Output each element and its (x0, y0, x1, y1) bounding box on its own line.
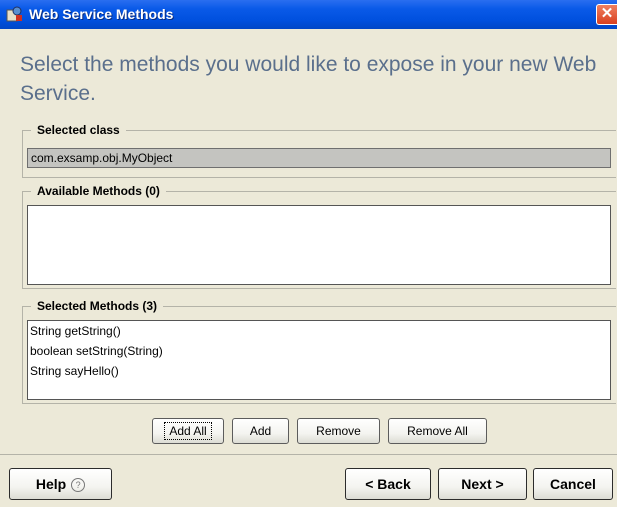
footer-separator (0, 454, 617, 455)
back-label: < Back (365, 476, 411, 492)
list-item[interactable]: boolean setString(String) (28, 343, 610, 359)
close-icon: ✕ (600, 5, 614, 22)
remove-button[interactable]: Remove (297, 418, 380, 444)
question-icon: ? (71, 478, 86, 492)
add-label: Add (249, 424, 272, 438)
available-methods-list[interactable] (27, 205, 611, 285)
cancel-button[interactable]: Cancel (533, 468, 613, 500)
help-label: Help (35, 476, 67, 492)
remove-all-button[interactable]: Remove All (388, 418, 487, 444)
remove-all-label: Remove All (407, 424, 468, 438)
back-button[interactable]: < Back (345, 468, 431, 500)
next-button[interactable]: Next > (438, 468, 527, 500)
list-item[interactable]: String sayHello() (28, 363, 610, 379)
remove-label: Remove (316, 424, 361, 438)
selected-class-field: com.exsamp.obj.MyObject (27, 148, 611, 168)
selected-class-legend: Selected class (31, 122, 126, 138)
page-heading: Select the methods you would like to exp… (20, 53, 597, 105)
close-button[interactable]: ✕ (596, 4, 617, 25)
selected-methods-legend: Selected Methods (3) (31, 298, 164, 314)
add-button[interactable]: Add (232, 418, 289, 444)
help-button[interactable]: Help? (9, 468, 112, 500)
selected-methods-list[interactable]: String getString() boolean setString(Str… (27, 320, 611, 400)
app-icon (6, 6, 22, 22)
add-all-label: Add All (164, 422, 212, 440)
cancel-label: Cancel (550, 476, 596, 492)
window-title: Web Service Methods (29, 6, 174, 22)
title-bar: Web Service Methods ✕ (0, 0, 617, 29)
list-item[interactable]: String getString() (28, 323, 610, 339)
add-all-button[interactable]: Add All (152, 418, 224, 444)
available-methods-legend: Available Methods (0) (31, 183, 166, 199)
next-label: Next > (461, 476, 504, 492)
